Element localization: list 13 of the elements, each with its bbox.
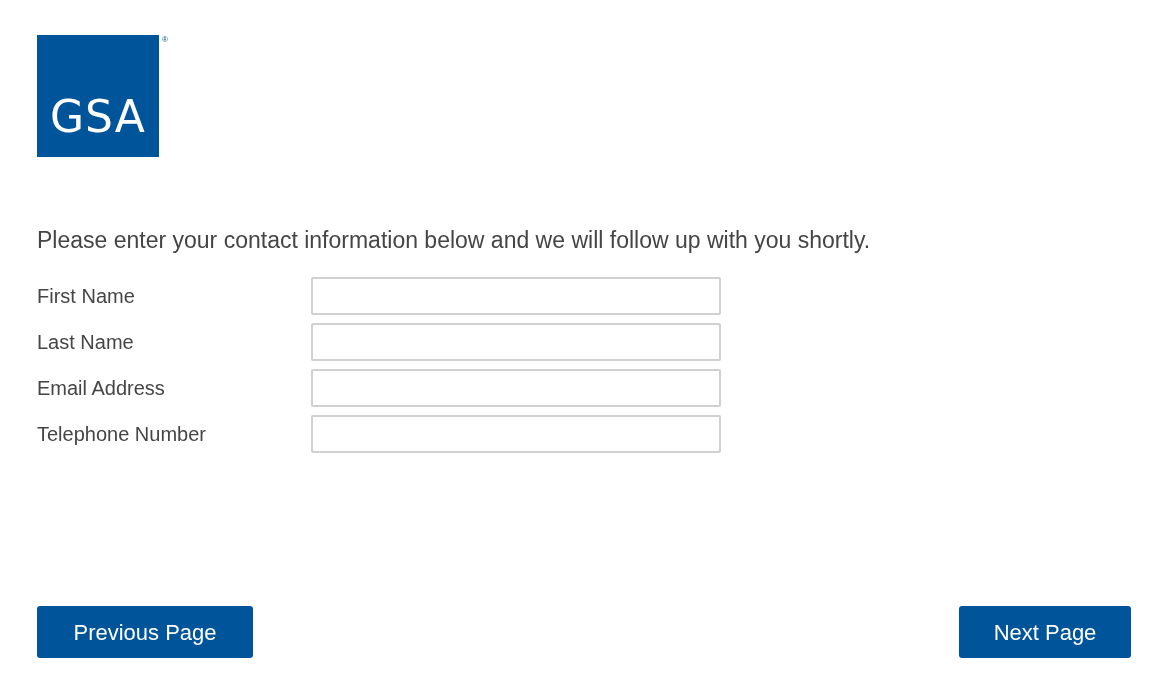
field-label: Last Name bbox=[37, 330, 135, 355]
next-page-button[interactable]: Next Page bbox=[959, 606, 1131, 658]
gsa-logo: GSA bbox=[37, 35, 159, 157]
input-field[interactable] bbox=[311, 323, 721, 361]
field-label: Email Address bbox=[37, 376, 166, 401]
input-field[interactable] bbox=[311, 277, 721, 315]
registered-mark: ® bbox=[162, 36, 168, 44]
intro-text: Please enter your contact information below and we will follow up with you shortly. bbox=[37, 226, 872, 255]
field-label: Telephone Number bbox=[37, 422, 207, 447]
field-label: First Name bbox=[37, 284, 136, 309]
previous-page-button[interactable]: Previous Page bbox=[37, 606, 253, 658]
input-field[interactable] bbox=[311, 415, 721, 453]
input-field[interactable] bbox=[311, 369, 721, 407]
